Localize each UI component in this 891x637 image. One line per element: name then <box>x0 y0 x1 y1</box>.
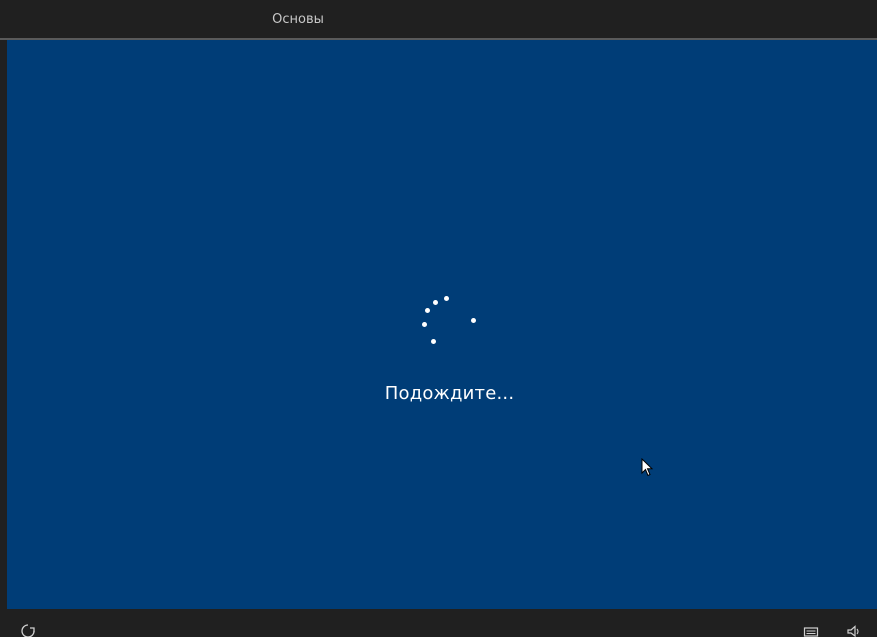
spinner-dot <box>422 322 427 327</box>
main-content: Подождите... <box>7 40 877 609</box>
setup-screen: Основы Подождите... <box>0 0 877 637</box>
spinner-dot <box>431 339 436 344</box>
loading-spinner-icon <box>407 290 487 350</box>
ease-of-access-icon[interactable] <box>20 623 36 637</box>
bottom-bar <box>0 609 877 637</box>
mouse-pointer-icon <box>641 458 654 477</box>
keyboard-icon[interactable] <box>803 623 819 637</box>
tab-basics-label: Основы <box>272 11 324 27</box>
status-message: Подождите... <box>384 383 515 404</box>
top-bar: Основы <box>0 0 877 40</box>
spinner-dot <box>444 296 449 301</box>
spinner-dot <box>471 318 476 323</box>
spinner-dot <box>433 300 438 305</box>
tab-basics[interactable]: Основы <box>215 0 381 40</box>
volume-icon[interactable] <box>846 623 862 637</box>
spinner-dot <box>425 308 430 313</box>
window-edge <box>877 0 891 637</box>
